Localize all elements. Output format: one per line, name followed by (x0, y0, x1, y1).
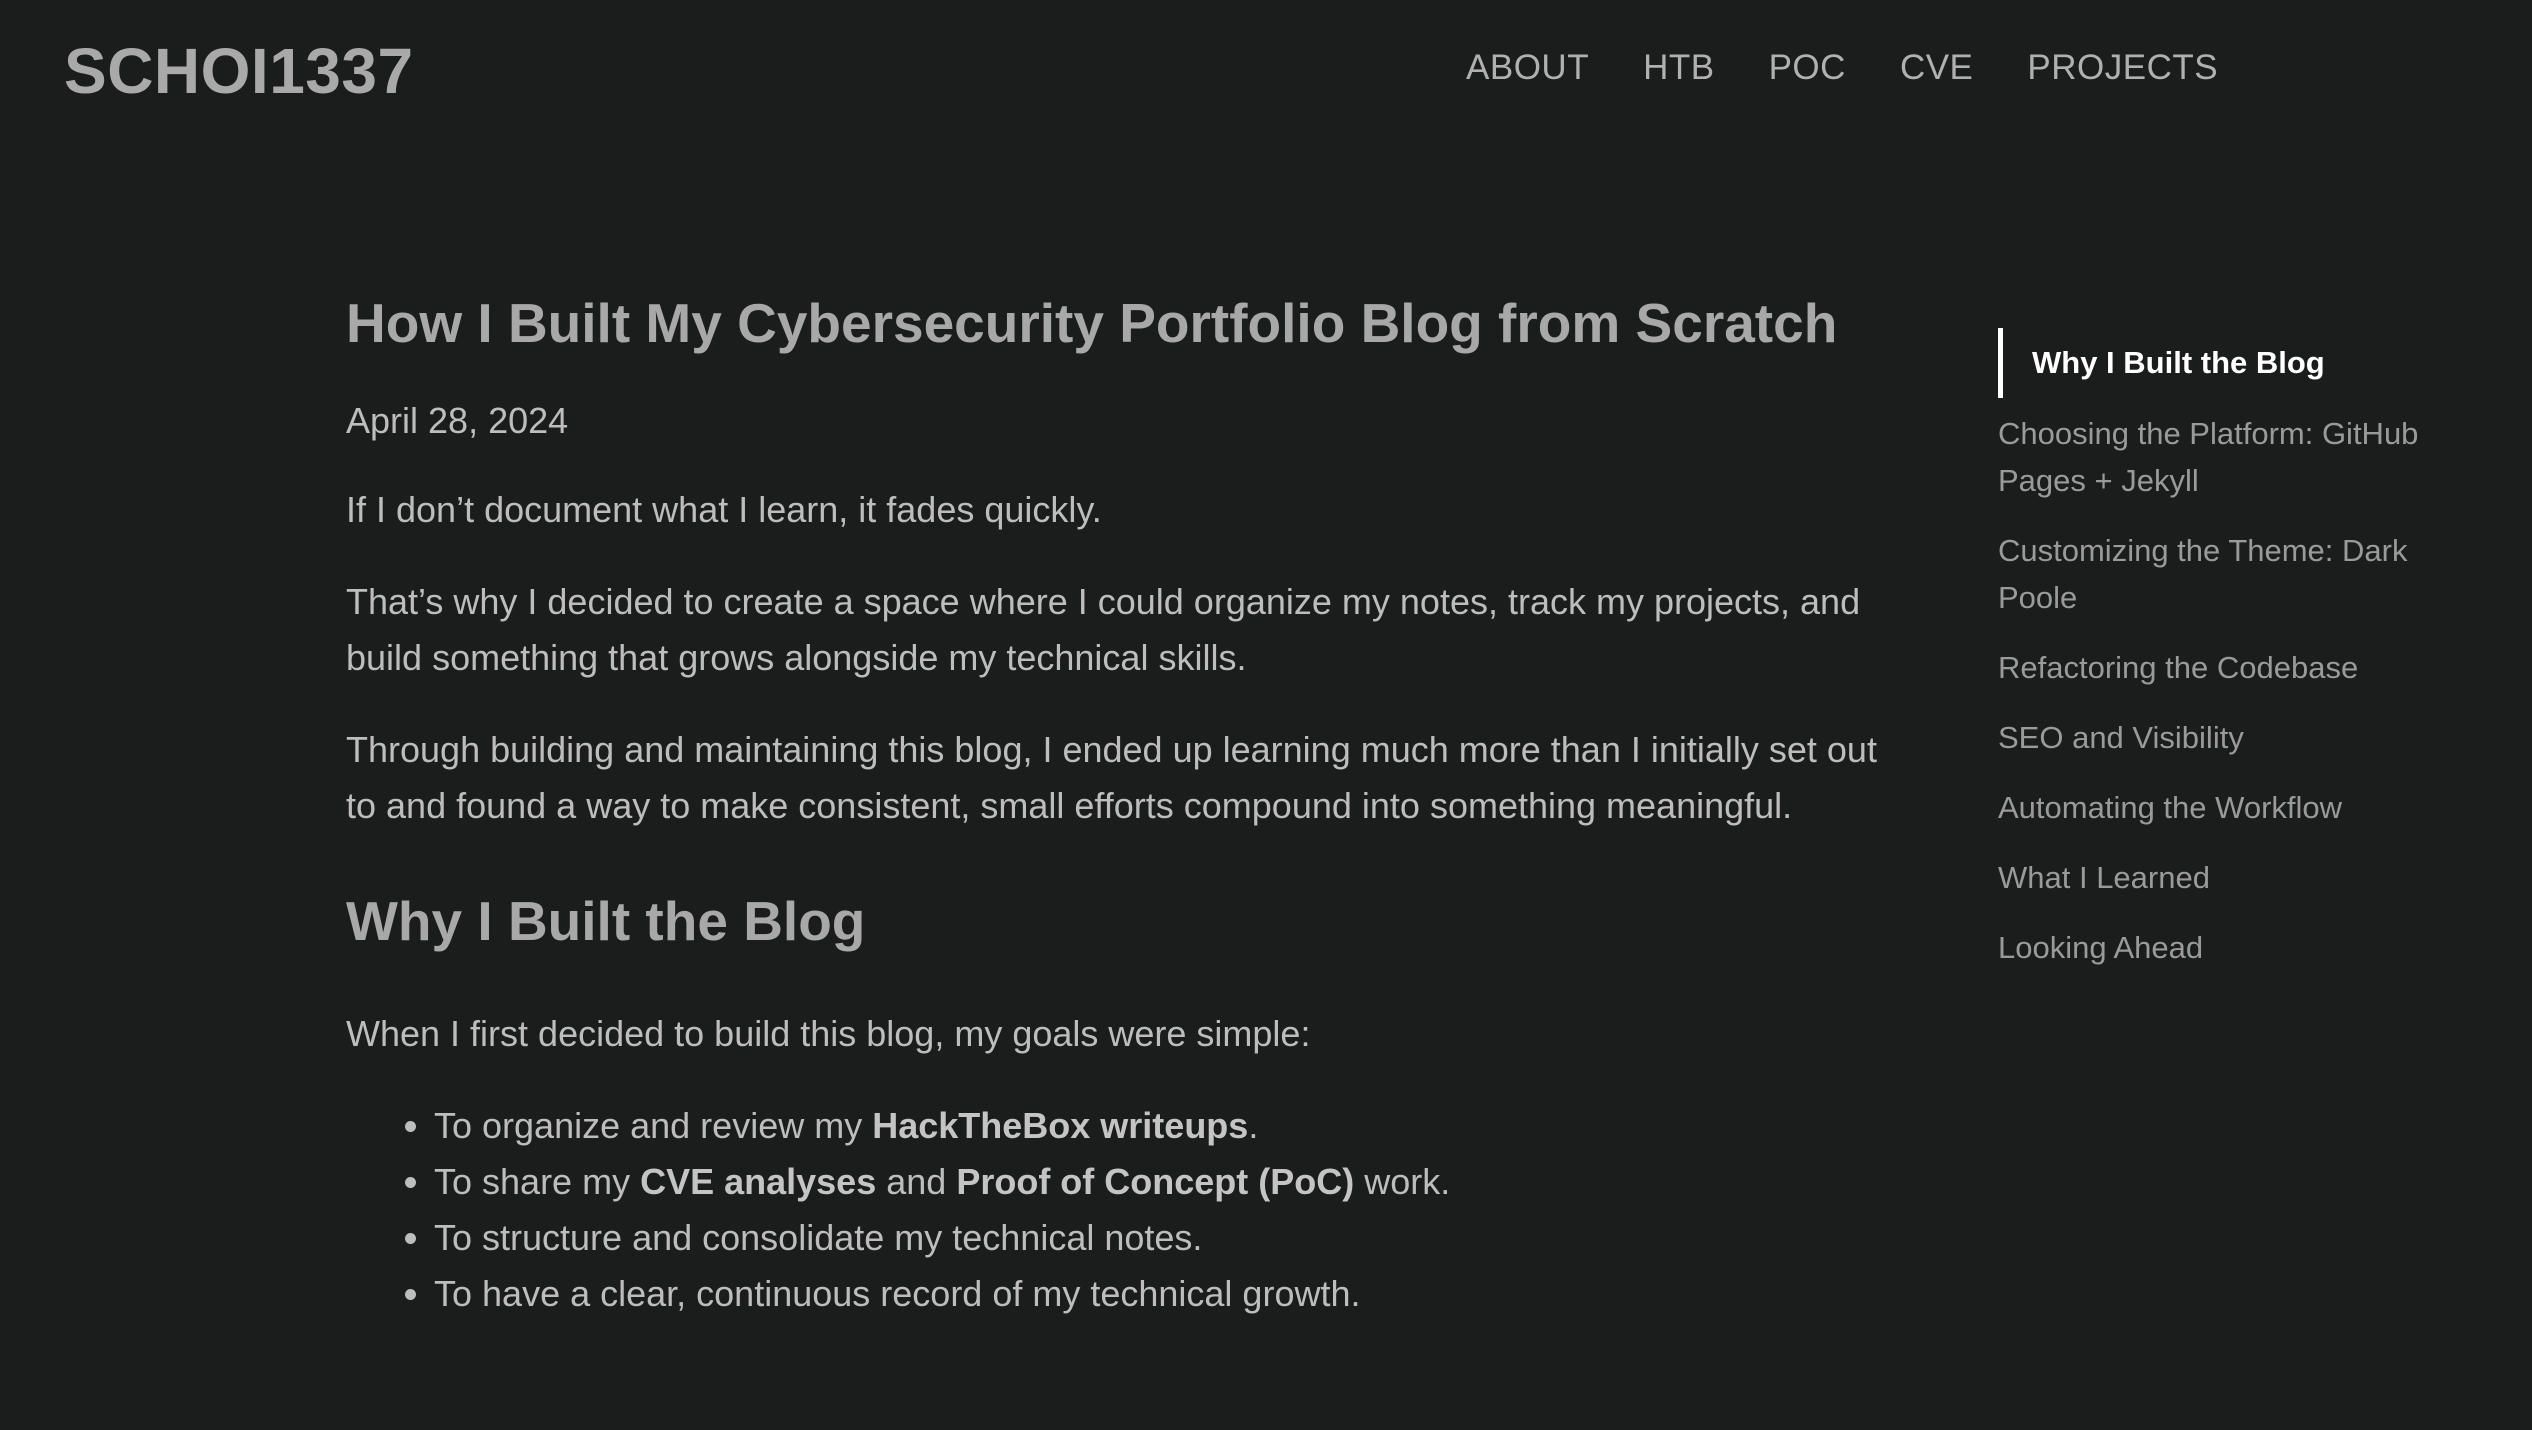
main-nav: ABOUT HTB POC CVE PROJECTS (1466, 48, 2272, 88)
list-item: To structure and consolidate my technica… (434, 1210, 1886, 1266)
toc-item-customizing-theme[interactable]: Customizing the Theme: Dark Poole (1998, 527, 2458, 621)
post-date: April 28, 2024 (346, 400, 569, 441)
toc-item-choosing-platform[interactable]: Choosing the Platform: GitHub Pages + Je… (1998, 410, 2458, 504)
nav-cve[interactable]: CVE (1900, 48, 1973, 88)
toc-item-refactoring[interactable]: Refactoring the Codebase (1998, 644, 2458, 691)
nav-htb[interactable]: HTB (1643, 48, 1715, 88)
toc-item-looking-ahead[interactable]: Looking Ahead (1998, 924, 2458, 971)
list-item: To share my CVE analyses and Proof of Co… (434, 1154, 1886, 1210)
list-item: To have a clear, continuous record of my… (434, 1266, 1886, 1322)
toc-item-automating[interactable]: Automating the Workflow (1998, 784, 2458, 831)
list-item-text: and (876, 1161, 957, 1202)
toc-item-why-i-built[interactable]: Why I Built the Blog (1998, 328, 2458, 398)
list-item-text: To organize and review my (434, 1105, 873, 1146)
post-paragraph-3: Through building and maintaining this bl… (346, 729, 1877, 826)
site-title-link[interactable]: SCHOI1337 (64, 34, 414, 108)
nav-projects[interactable]: PROJECTS (2027, 48, 2218, 88)
list-item-bold: Proof of Concept (PoC) (956, 1161, 1355, 1202)
list-item-bold: HackTheBox writeups (872, 1105, 1249, 1146)
post-paragraph-4: When I first decided to build this blog,… (346, 1013, 1311, 1054)
list-item-text: . (1248, 1105, 1259, 1146)
nav-about[interactable]: ABOUT (1466, 48, 1589, 88)
list-item-text: To share my (434, 1161, 641, 1202)
section-heading-why: Why I Built the Blog (346, 890, 866, 952)
goals-list: To organize and review my HackTheBox wri… (346, 1098, 1886, 1322)
post-paragraph-2: That’s why I decided to create a space w… (346, 581, 1861, 678)
list-item: To organize and review my HackTheBox wri… (434, 1098, 1886, 1154)
post-paragraph-1: If I don’t document what I learn, it fad… (346, 489, 1102, 530)
post-article: How I Built My Cybersecurity Portfolio B… (346, 290, 1886, 1322)
toc-item-what-i-learned[interactable]: What I Learned (1998, 854, 2458, 901)
toc-item-seo[interactable]: SEO and Visibility (1998, 714, 2458, 761)
post-title: How I Built My Cybersecurity Portfolio B… (346, 292, 1838, 354)
table-of-contents: Why I Built the Blog Choosing the Platfo… (1998, 328, 2458, 994)
list-item-bold: CVE analyses (640, 1161, 877, 1202)
nav-poc[interactable]: POC (1769, 48, 1846, 88)
list-item-text: work. (1354, 1161, 1451, 1202)
